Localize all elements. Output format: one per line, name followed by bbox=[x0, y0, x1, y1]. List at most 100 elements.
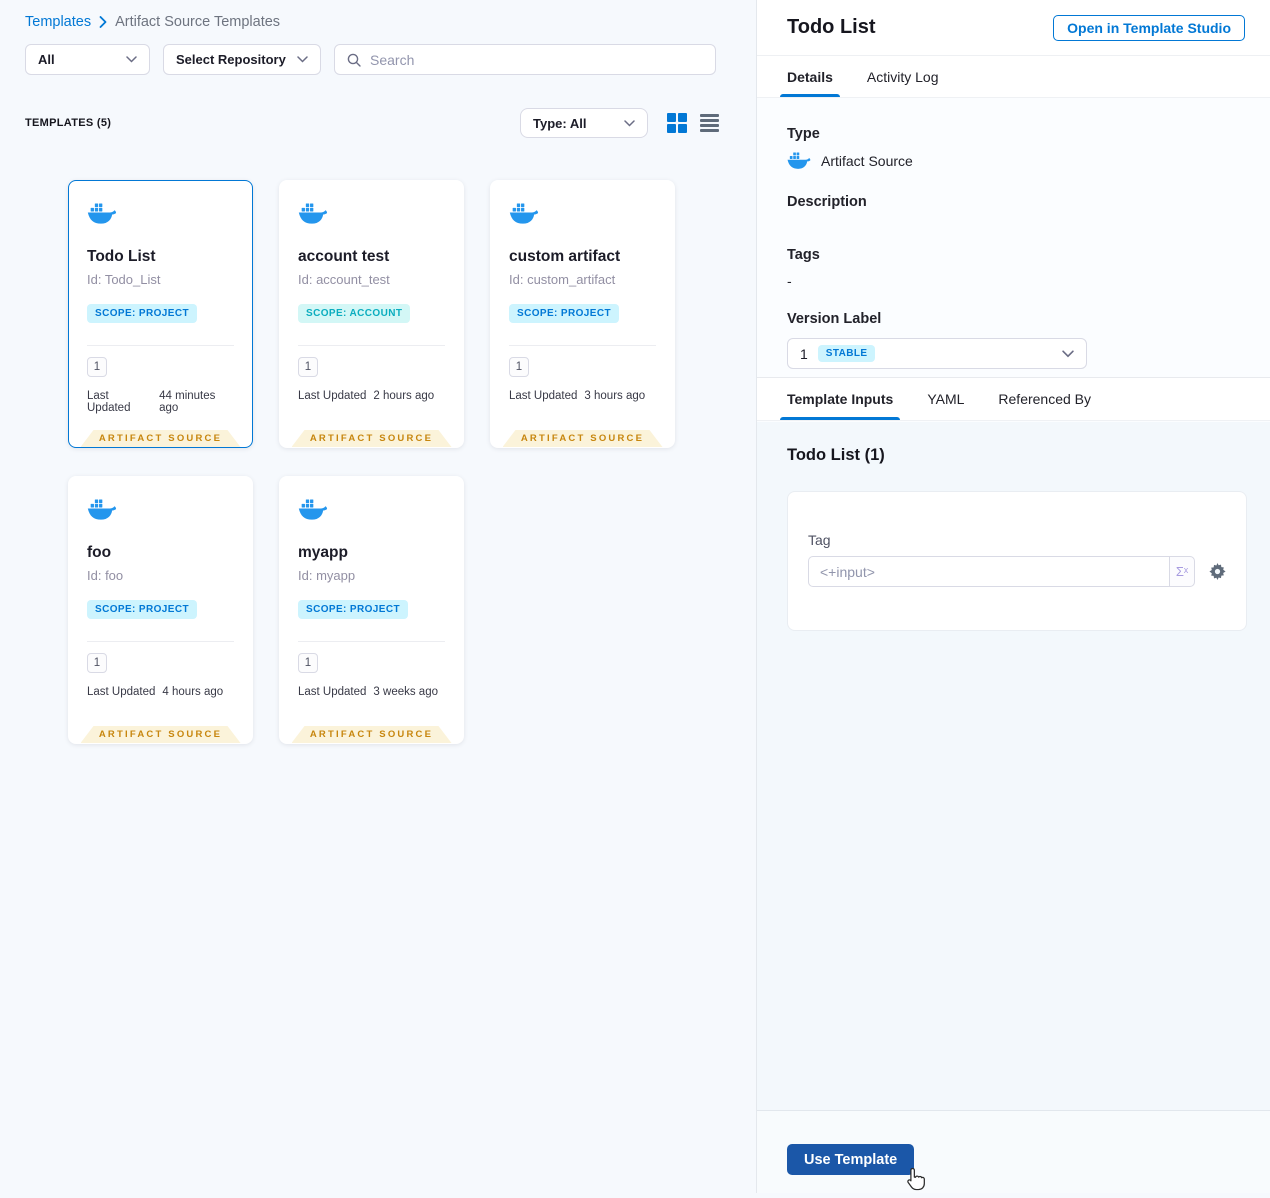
divider bbox=[87, 345, 234, 346]
artifact-source-ribbon: ARTIFACT SOURCE bbox=[81, 726, 241, 743]
inputs-card: Tag Σˣ bbox=[787, 491, 1247, 631]
tag-input[interactable] bbox=[808, 556, 1169, 587]
artifact-source-ribbon: ARTIFACT SOURCE bbox=[292, 430, 452, 447]
chevron-down-icon bbox=[1062, 349, 1074, 358]
last-updated-value: 4 hours ago bbox=[162, 686, 224, 698]
version-count-badge: 1 bbox=[87, 653, 107, 673]
breadcrumb: Templates Artifact Source Templates bbox=[25, 14, 280, 30]
docker-icon bbox=[87, 499, 117, 521]
last-updated: Last Updated 44 minutes ago bbox=[87, 390, 234, 414]
tab-template-inputs[interactable]: Template Inputs bbox=[779, 378, 901, 420]
docker-icon bbox=[509, 203, 539, 225]
divider bbox=[509, 345, 656, 346]
last-updated: Last Updated 4 hours ago bbox=[87, 686, 234, 698]
template-card-account-test[interactable]: account test Id: account_test SCOPE: ACC… bbox=[279, 180, 464, 448]
last-updated-value: 3 hours ago bbox=[584, 390, 646, 402]
template-card-title: account test bbox=[298, 248, 390, 265]
tags-label: Tags bbox=[787, 247, 820, 263]
search-icon bbox=[347, 53, 361, 67]
tab-details[interactable]: Details bbox=[780, 56, 840, 97]
details-tabs: Details Activity Log bbox=[757, 56, 1270, 98]
last-updated-label: Last Updated bbox=[509, 390, 578, 402]
last-updated: Last Updated 3 weeks ago bbox=[298, 686, 445, 698]
settings-gear-icon[interactable] bbox=[1209, 563, 1226, 580]
version-value: 1 bbox=[800, 345, 808, 362]
scope-badge: SCOPE: PROJECT bbox=[298, 600, 408, 619]
docker-icon bbox=[87, 203, 117, 225]
scope-badge: SCOPE: PROJECT bbox=[87, 304, 197, 323]
docker-icon bbox=[298, 499, 328, 521]
chevron-down-icon bbox=[624, 119, 635, 127]
tab-yaml[interactable]: YAML bbox=[927, 378, 964, 420]
template-card-title: myapp bbox=[298, 544, 348, 561]
type-filter-dropdown[interactable]: Type: All bbox=[520, 108, 648, 138]
breadcrumb-current: Artifact Source Templates bbox=[115, 14, 281, 30]
breadcrumb-templates-link[interactable]: Templates bbox=[25, 14, 91, 30]
version-dropdown[interactable]: 1 STABLE bbox=[787, 338, 1087, 369]
version-count-badge: 1 bbox=[298, 357, 318, 377]
last-updated: Last Updated 3 hours ago bbox=[509, 390, 656, 402]
divider bbox=[87, 641, 234, 642]
tag-input-row: Σˣ bbox=[808, 556, 1226, 587]
docker-icon bbox=[787, 152, 811, 170]
template-card-id: Id: account_test bbox=[298, 272, 390, 287]
template-details-panel: Todo List Open in Template Studio Detail… bbox=[756, 0, 1270, 1193]
divider bbox=[298, 345, 445, 346]
template-card-myapp[interactable]: myapp Id: myapp SCOPE: PROJECT 1 Last Up… bbox=[279, 476, 464, 744]
scope-filter-dropdown[interactable]: All bbox=[25, 44, 150, 75]
repository-filter-value: Select Repository bbox=[176, 52, 286, 67]
last-updated-value: 44 minutes ago bbox=[159, 390, 216, 414]
docker-icon bbox=[298, 203, 328, 225]
template-card-custom-artifact[interactable]: custom artifact Id: custom_artifact SCOP… bbox=[490, 180, 675, 448]
template-card-id: Id: Todo_List bbox=[87, 272, 161, 287]
last-updated-label: Last Updated bbox=[298, 686, 367, 698]
last-updated-value: 2 hours ago bbox=[373, 390, 435, 402]
template-card-foo[interactable]: foo Id: foo SCOPE: PROJECT 1 Last Update… bbox=[68, 476, 253, 744]
tags-value: - bbox=[787, 273, 792, 289]
artifact-source-ribbon: ARTIFACT SOURCE bbox=[81, 430, 241, 447]
template-card-todo-list[interactable]: Todo List Id: Todo_List SCOPE: PROJECT 1… bbox=[68, 180, 253, 448]
last-updated: Last Updated 2 hours ago bbox=[298, 390, 445, 402]
tab-activity-log[interactable]: Activity Log bbox=[867, 56, 939, 97]
search-box bbox=[334, 44, 716, 75]
repository-filter-dropdown[interactable]: Select Repository bbox=[163, 44, 321, 75]
open-in-template-studio-button[interactable]: Open in Template Studio bbox=[1053, 14, 1245, 41]
list-view-icon[interactable] bbox=[700, 114, 719, 132]
stable-badge: STABLE bbox=[817, 345, 876, 362]
template-card-id: Id: myapp bbox=[298, 568, 356, 583]
use-template-button[interactable]: Use Template bbox=[787, 1144, 915, 1175]
type-value: Artifact Source bbox=[821, 153, 913, 169]
scope-badge: SCOPE: ACCOUNT bbox=[298, 304, 411, 323]
tab-referenced-by[interactable]: Referenced By bbox=[998, 378, 1091, 420]
version-label: Version Label bbox=[787, 311, 882, 327]
details-footer: Use Template bbox=[757, 1110, 1270, 1193]
description-label: Description bbox=[787, 194, 867, 210]
last-updated-label: Last Updated bbox=[87, 390, 131, 414]
inputs-tabs: Template Inputs YAML Referenced By bbox=[757, 377, 1270, 421]
version-count-badge: 1 bbox=[509, 357, 529, 377]
version-count-badge: 1 bbox=[87, 357, 107, 377]
chevron-down-icon bbox=[126, 56, 137, 63]
scope-badge: SCOPE: PROJECT bbox=[509, 304, 619, 323]
template-card-title: Todo List bbox=[87, 248, 156, 265]
runtime-input-sigma-button[interactable]: Σˣ bbox=[1168, 556, 1195, 587]
search-input[interactable] bbox=[370, 51, 703, 68]
version-count-badge: 1 bbox=[298, 653, 318, 673]
templates-count-label: TEMPLATES (5) bbox=[25, 117, 112, 129]
details-section: Type Artifact Source Description Tags - … bbox=[757, 99, 1270, 377]
template-cards-grid: Todo List Id: Todo_List SCOPE: PROJECT 1… bbox=[68, 180, 675, 744]
divider bbox=[298, 641, 445, 642]
view-toggle bbox=[667, 113, 719, 133]
type-value-row: Artifact Source bbox=[787, 152, 1240, 170]
artifact-source-ribbon: ARTIFACT SOURCE bbox=[503, 430, 663, 447]
last-updated-value: 3 weeks ago bbox=[373, 686, 438, 698]
type-label: Type bbox=[787, 126, 820, 142]
grid-view-icon[interactable] bbox=[667, 113, 687, 133]
template-inputs-section: Todo List (1) Tag Σˣ bbox=[757, 422, 1270, 1110]
type-filter-value: Type: All bbox=[533, 115, 587, 131]
template-card-id: Id: custom_artifact bbox=[509, 272, 616, 287]
details-header: Todo List Open in Template Studio bbox=[757, 0, 1270, 56]
artifact-source-ribbon: ARTIFACT SOURCE bbox=[292, 726, 452, 743]
tag-label: Tag bbox=[808, 532, 831, 548]
filter-row: All Select Repository bbox=[25, 44, 716, 75]
